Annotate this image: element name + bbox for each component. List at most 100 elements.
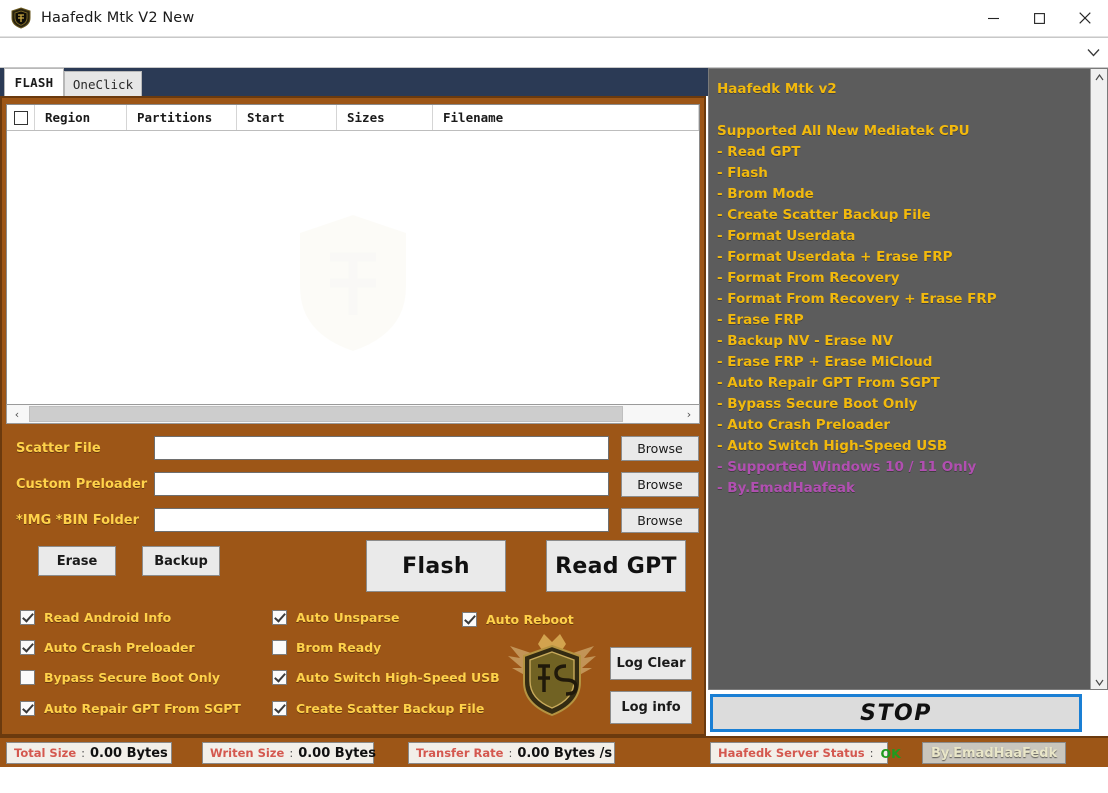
tab-flash[interactable]: FLASH [4, 68, 64, 96]
chevron-down-icon[interactable] [1078, 38, 1108, 67]
log-line-spacer [717, 100, 1090, 121]
application-window: Haafedk Mtk V2 New OneClick FLASH Region… [0, 0, 1108, 793]
column-header-start[interactable]: Start [237, 105, 337, 130]
img-bin-folder-browse-button[interactable]: Browse [621, 507, 699, 533]
custom-preloader-label: Custom Preloader [16, 476, 148, 492]
log-panel[interactable]: Haafedk Mtk v2 Supported All New Mediate… [708, 68, 1108, 690]
written-size-status: Writen Size : 0.00 Bytes [202, 742, 376, 764]
action-buttons-group: Erase Backup Flash Read GPT [2, 538, 708, 600]
option-read-android-info-label: Read Android Info [44, 609, 172, 625]
log-info-button[interactable]: Log info [610, 691, 692, 724]
custom-preloader-browse-button[interactable]: Browse [621, 471, 699, 497]
device-combobox-value[interactable] [0, 38, 1078, 67]
select-all-checkbox[interactable] [7, 105, 35, 130]
erase-button[interactable]: Erase [38, 546, 116, 576]
scroll-right-arrow-icon[interactable]: › [679, 405, 699, 423]
window-title: Haafedk Mtk V2 New [41, 10, 195, 26]
log-line: - Erase FRP + Erase MiCloud [717, 354, 933, 370]
log-line: - Backup NV - Erase NV [717, 333, 894, 349]
log-line: - Read GPT [717, 144, 801, 160]
window-controls [970, 0, 1108, 37]
backup-button[interactable]: Backup [142, 546, 220, 576]
option-auto-repair-gpt-from-sgpt-box[interactable] [20, 700, 35, 716]
log-line: - Auto Switch High-Speed USB [717, 438, 948, 454]
column-header-region[interactable]: Region [35, 105, 127, 130]
table-horizontal-scrollbar[interactable]: ‹ › [6, 404, 700, 424]
option-bypass-secure-boot-only-label: Bypass Secure Boot Only [44, 669, 221, 685]
stop-button[interactable]: STOP [710, 694, 1082, 732]
option-auto-unsparse[interactable]: Auto Unsparse [272, 606, 399, 628]
column-header-sizes[interactable]: Sizes [337, 105, 433, 130]
shield-logo-icon [10, 7, 32, 29]
option-brom-ready[interactable]: Brom Ready [272, 636, 381, 658]
img-bin-folder-input[interactable] [154, 508, 609, 532]
log-panel-content: Haafedk Mtk v2 Supported All New Mediate… [709, 69, 1090, 689]
scroll-up-arrow-icon[interactable] [1091, 69, 1107, 86]
watermark-logo-icon [278, 207, 428, 357]
img-bin-folder-row: *IMG *BIN Folder Browse [2, 502, 708, 538]
written-size-value: 0.00 Bytes [298, 745, 376, 761]
flash-panel: Region Partitions Start Sizes Filename ‹ [0, 96, 706, 736]
log-panel-scrollbar[interactable] [1090, 69, 1107, 689]
total-size-status: Total Size : 0.00 Bytes [6, 742, 172, 764]
option-auto-repair-gpt-from-sgpt-label: Auto Repair GPT From SGPT [44, 700, 241, 716]
transfer-rate-status: Transfer Rate : 0.00 Bytes /s [408, 742, 615, 764]
option-auto-crash-preloader-box[interactable] [20, 639, 35, 655]
log-line: - Format Userdata [717, 228, 856, 244]
haafedk-emblem-icon [500, 618, 604, 722]
close-button[interactable] [1062, 0, 1108, 37]
column-header-partitions[interactable]: Partitions [127, 105, 237, 130]
scrollbar-track[interactable] [27, 405, 679, 423]
option-create-scatter-backup-file[interactable]: Create Scatter Backup File [272, 697, 484, 719]
scatter-file-input[interactable] [154, 436, 609, 460]
read-gpt-button[interactable]: Read GPT [546, 540, 686, 592]
scatter-file-label: Scatter File [16, 440, 101, 456]
option-brom-ready-label: Brom Ready [296, 639, 382, 655]
option-read-android-info-box[interactable] [20, 609, 35, 625]
option-bypass-secure-boot-only-box[interactable] [20, 669, 35, 685]
option-auto-crash-preloader[interactable]: Auto Crash Preloader [20, 636, 195, 658]
log-line: - Supported Windows 10 / 11 Only [717, 459, 977, 475]
partition-table: Region Partitions Start Sizes Filename [6, 104, 700, 422]
author-credit: By.EmadHaaFedk [922, 742, 1067, 764]
option-auto-switch-high-speed-usb[interactable]: Auto Switch High-Speed USB [272, 666, 500, 688]
log-line: - Format From Recovery [717, 270, 900, 286]
total-size-separator: : [81, 746, 86, 760]
minimize-button[interactable] [970, 0, 1016, 37]
total-size-value: 0.00 Bytes [90, 745, 168, 761]
option-create-scatter-backup-file-box[interactable] [272, 700, 287, 716]
scroll-left-arrow-icon[interactable]: ‹ [7, 405, 27, 423]
select-all-box[interactable] [13, 110, 28, 125]
option-auto-switch-high-speed-usb-box[interactable] [272, 669, 287, 685]
transfer-rate-value: 0.00 Bytes /s [517, 745, 613, 761]
option-auto-reboot-box[interactable] [462, 611, 477, 627]
img-bin-folder-label: *IMG *BIN Folder [16, 512, 139, 528]
log-line: Haafedk Mtk v2 [717, 81, 837, 97]
tab-oneclick[interactable]: OneClick [64, 71, 142, 96]
device-combobox[interactable] [0, 37, 1108, 68]
file-fields-group: Scatter File Browse Custom Preloader Bro… [2, 430, 708, 538]
option-read-android-info[interactable]: Read Android Info [20, 606, 171, 628]
partition-table-header: Region Partitions Start Sizes Filename [7, 105, 699, 131]
partition-table-body[interactable] [7, 131, 699, 421]
custom-preloader-row: Custom Preloader Browse [2, 466, 708, 502]
scroll-down-arrow-icon[interactable] [1091, 674, 1107, 689]
option-auto-unsparse-box[interactable] [272, 609, 287, 625]
status-bar: Total Size : 0.00 Bytes Writen Size : 0.… [0, 736, 1108, 767]
option-auto-repair-gpt-from-sgpt[interactable]: Auto Repair GPT From SGPT [20, 697, 241, 719]
option-brom-ready-box[interactable] [272, 639, 287, 655]
log-line: - Brom Mode [717, 186, 814, 202]
log-clear-button[interactable]: Log Clear [610, 647, 692, 680]
log-line: - Format Userdata + Erase FRP [717, 249, 953, 265]
flash-button[interactable]: Flash [366, 540, 506, 592]
scrollbar-thumb[interactable] [29, 406, 623, 422]
window-bottom-edge [0, 767, 1108, 793]
log-line: - Format From Recovery + Erase FRP [717, 291, 997, 307]
option-bypass-secure-boot-only[interactable]: Bypass Secure Boot Only [20, 666, 220, 688]
scatter-file-browse-button[interactable]: Browse [621, 435, 699, 461]
log-line: - Erase FRP [717, 312, 804, 328]
column-header-filename[interactable]: Filename [433, 105, 699, 130]
maximize-button[interactable] [1016, 0, 1062, 37]
custom-preloader-input[interactable] [154, 472, 609, 496]
log-line: - Create Scatter Backup File [717, 207, 931, 223]
